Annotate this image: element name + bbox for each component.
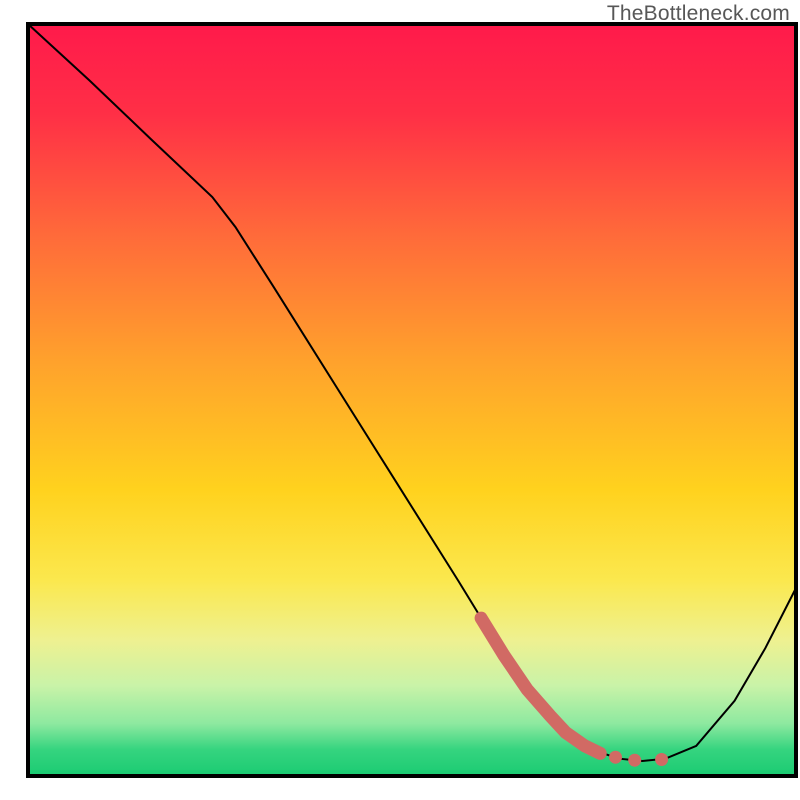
heat-gradient xyxy=(28,24,796,776)
bottleneck-chart xyxy=(0,0,800,800)
optimal-dot xyxy=(655,753,668,766)
chart-container: TheBottleneck.com xyxy=(0,0,800,800)
optimal-dot xyxy=(609,751,622,764)
optimal-dot xyxy=(628,754,641,767)
